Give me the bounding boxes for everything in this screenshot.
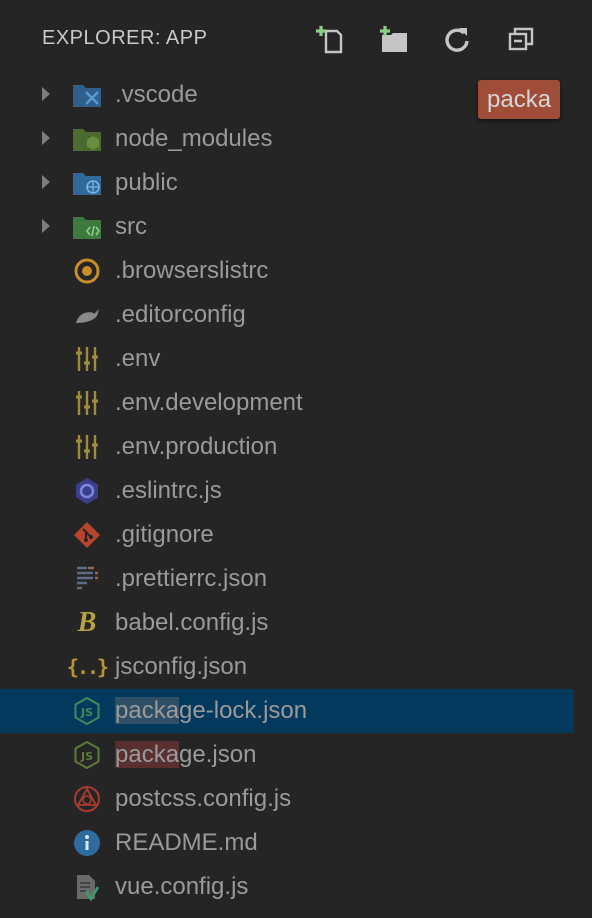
file-row-browserslistrc[interactable]: .browserslistrc <box>0 249 574 293</box>
refresh-button[interactable] <box>440 22 474 56</box>
explorer-title: EXPLORER: APP <box>42 27 208 49</box>
svg-text:JS: JS <box>80 750 93 763</box>
file-row-vue-config[interactable]: vue.config.js <box>0 865 574 909</box>
eslint-icon <box>72 476 102 506</box>
file-row-env-production[interactable]: .env.production <box>0 425 574 469</box>
node-folder-icon <box>72 124 102 154</box>
browserslist-icon <box>72 256 102 286</box>
file-label-rest: ge.json <box>179 741 257 768</box>
explorer-header: EXPLORER: APP <box>0 0 592 78</box>
file-label: postcss.config.js <box>115 785 292 812</box>
src-folder-icon <box>72 212 102 242</box>
nodejs-icon: JS <box>72 740 102 770</box>
expand-chevron-icon[interactable] <box>42 131 50 145</box>
file-label: jsconfig.json <box>115 653 248 680</box>
type-navigation-tooltip: packa <box>478 80 561 119</box>
file-label: babel.config.js <box>115 609 269 636</box>
file-label: .env <box>115 345 161 372</box>
file-row-package[interactable]: JS package.json <box>0 733 574 777</box>
expand-chevron-icon[interactable] <box>42 87 50 101</box>
file-label: .env.development <box>115 389 303 416</box>
file-row-jsconfig[interactable]: {..} jsconfig.json <box>0 645 574 689</box>
env-icon <box>72 344 102 374</box>
postcss-icon <box>72 784 102 814</box>
json-icon: {..} <box>66 655 109 679</box>
file-label: .eslintrc.js <box>115 477 222 504</box>
babel-icon: B <box>77 607 97 638</box>
folder-row-node-modules[interactable]: node_modules <box>0 117 574 161</box>
file-label: .env.production <box>115 433 278 460</box>
file-label: .gitignore <box>115 521 214 548</box>
expand-chevron-icon[interactable] <box>42 175 50 189</box>
new-folder-button[interactable] <box>377 22 411 56</box>
file-label: README.md <box>115 829 258 856</box>
folder-row-src[interactable]: src <box>0 205 574 249</box>
file-row-editorconfig[interactable]: .editorconfig <box>0 293 574 337</box>
collapse-all-icon <box>508 27 534 51</box>
info-icon <box>72 828 102 858</box>
new-file-icon <box>316 26 343 54</box>
file-row-env[interactable]: .env <box>0 337 574 381</box>
file-row-gitignore[interactable]: .gitignore <box>0 513 574 557</box>
nodejs-icon: JS <box>72 696 102 726</box>
editorconfig-icon <box>72 300 102 330</box>
match-highlight: packa <box>115 741 180 768</box>
refresh-icon <box>445 28 469 52</box>
expand-chevron-icon[interactable] <box>42 219 50 233</box>
file-label: .vscode <box>115 81 198 108</box>
public-folder-icon <box>72 168 102 198</box>
vscode-folder-icon <box>72 80 102 110</box>
file-label: package.json <box>115 741 256 769</box>
env-icon <box>72 432 102 462</box>
svg-text:JS: JS <box>80 706 93 719</box>
vue-config-icon <box>72 872 102 902</box>
file-row-babel-config[interactable]: B babel.config.js <box>0 601 574 645</box>
file-row-package-lock[interactable]: JS package-lock.json <box>0 689 574 733</box>
file-label: .browserslistrc <box>115 257 269 284</box>
new-folder-icon <box>380 26 407 52</box>
new-file-button[interactable] <box>313 22 347 56</box>
file-label: public <box>115 169 178 196</box>
env-icon <box>72 388 102 418</box>
file-row-eslintrc[interactable]: .eslintrc.js <box>0 469 574 513</box>
file-row-postcss-config[interactable]: postcss.config.js <box>0 777 574 821</box>
file-tree: .vscode node_modules public src .browser… <box>0 73 592 909</box>
file-label-rest: ge-lock.json <box>179 697 308 724</box>
file-row-readme[interactable]: README.md <box>0 821 574 865</box>
file-row-prettierrc[interactable]: .prettierrc.json <box>0 557 574 601</box>
file-row-env-development[interactable]: .env.development <box>0 381 574 425</box>
file-label: vue.config.js <box>115 873 249 900</box>
file-label: .editorconfig <box>115 301 246 328</box>
file-label: .prettierrc.json <box>115 565 268 592</box>
file-label: package-lock.json <box>115 697 307 725</box>
folder-row-public[interactable]: public <box>0 161 574 205</box>
git-icon <box>72 520 102 550</box>
match-highlight: packa <box>115 697 180 724</box>
file-label: src <box>115 213 147 240</box>
prettier-icon <box>72 564 102 594</box>
file-label: node_modules <box>115 125 273 152</box>
collapse-all-button[interactable] <box>504 22 538 56</box>
